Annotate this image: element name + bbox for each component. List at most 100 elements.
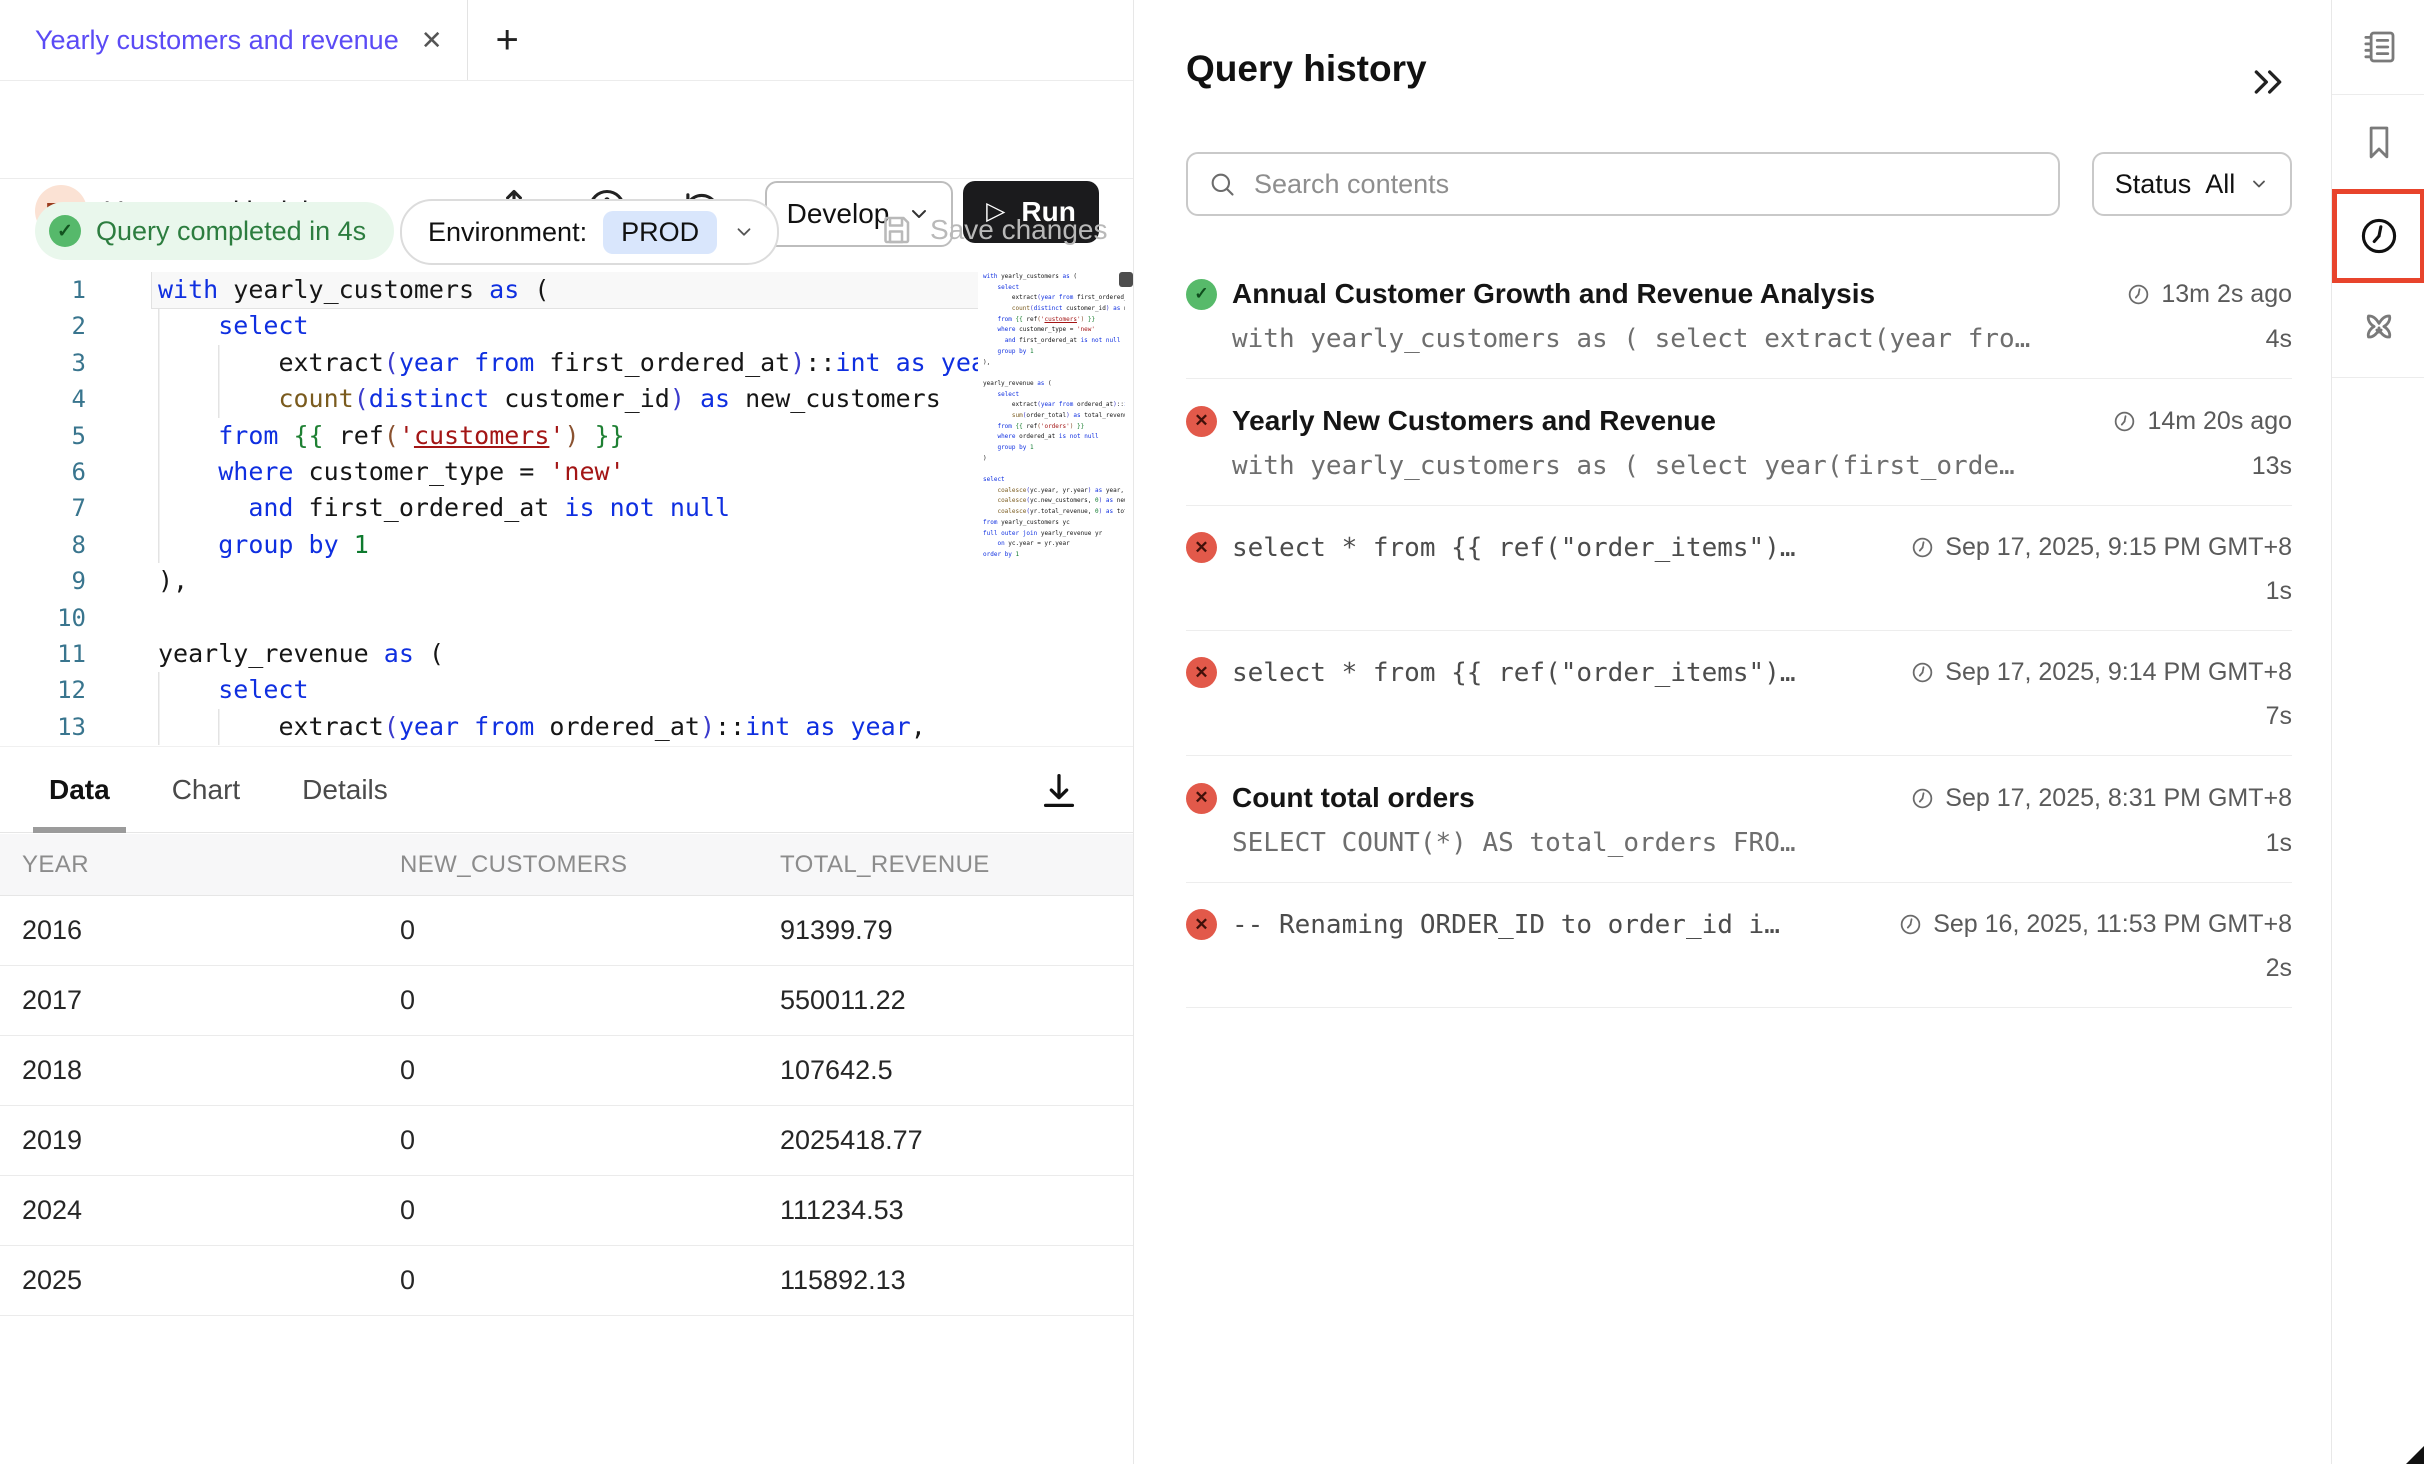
- cell-total-revenue: 91399.79: [780, 915, 1133, 946]
- query-history-clock-icon-active[interactable]: [2332, 189, 2424, 283]
- results-tab-chart[interactable]: Chart: [156, 747, 256, 832]
- rail-divider: [2332, 377, 2424, 378]
- results-tab-data[interactable]: Data: [33, 747, 126, 832]
- entry-title: select * from {{ ref("order_items")…: [1232, 533, 1890, 563]
- error-status-icon: ✕: [1186, 909, 1217, 940]
- develop-label: Develop: [787, 198, 890, 230]
- cell-new-customers: 0: [400, 1195, 780, 1226]
- collapse-panel-icon[interactable]: [2248, 62, 2288, 102]
- entry-title: select * from {{ ref("order_items")…: [1232, 658, 1890, 688]
- cell-total-revenue: 107642.5: [780, 1055, 1133, 1086]
- code-area[interactable]: with yearly_customers as ( select extrac…: [112, 272, 1119, 747]
- line-number-gutter: 12345678910111213: [0, 272, 112, 745]
- query-history-entry[interactable]: ✕ -- Renaming ORDER_ID to order_id i… Se…: [1186, 883, 2292, 1008]
- close-tab-icon[interactable]: ✕: [421, 27, 443, 53]
- results-tab-bar: Data Chart Details: [0, 746, 1133, 833]
- cell-new-customers: 0: [400, 1055, 780, 1086]
- entry-title: -- Renaming ORDER_ID to order_id i…: [1232, 910, 1878, 940]
- entry-time: Sep 17, 2025, 8:31 PM GMT+8: [1945, 784, 2292, 813]
- query-history-entry[interactable]: ✕ select * from {{ ref("order_items")… S…: [1186, 631, 2292, 756]
- entry-duration: 4s: [2266, 325, 2292, 354]
- cell-year: 2018: [22, 1055, 400, 1086]
- entry-duration: 2s: [2266, 954, 2292, 983]
- notebook-icon[interactable]: [2332, 0, 2424, 94]
- entry-time: Sep 17, 2025, 9:15 PM GMT+8: [1945, 533, 2292, 562]
- status-filter-dropdown[interactable]: Status All: [2092, 152, 2292, 216]
- column-header-new-customers: NEW_CUSTOMERS: [400, 851, 780, 879]
- bookmark-icon[interactable]: [2332, 95, 2424, 189]
- query-editor-panel: Yearly customers and revenue ✕ + BL Your…: [0, 0, 1134, 1464]
- clock-icon: [2112, 409, 2137, 434]
- search-input[interactable]: [1252, 168, 1956, 201]
- entry-title: Annual Customer Growth and Revenue Analy…: [1232, 278, 2106, 310]
- cell-new-customers: 0: [400, 985, 780, 1016]
- clock-icon: [1910, 786, 1935, 811]
- chevron-down-icon: [733, 221, 755, 243]
- right-icon-rail: [2331, 0, 2424, 1464]
- entry-time: Sep 16, 2025, 11:53 PM GMT+8: [1933, 910, 2292, 939]
- entry-title: Yearly New Customers and Revenue: [1232, 405, 2092, 437]
- query-history-entry[interactable]: ✕ select * from {{ ref("order_items")… S…: [1186, 506, 2292, 631]
- download-icon[interactable]: [1036, 768, 1082, 814]
- entry-time: Sep 17, 2025, 9:14 PM GMT+8: [1945, 658, 2292, 687]
- query-status-text: Query completed in 4s: [96, 216, 366, 247]
- entry-title: Count total orders: [1232, 782, 1890, 814]
- tab-yearly-customers-and-revenue[interactable]: Yearly customers and revenue ✕: [0, 0, 468, 80]
- cell-year: 2016: [22, 915, 400, 946]
- result-table-body: 2016 0 91399.79 2017 0 550011.22 2018 0 …: [0, 896, 1133, 1316]
- cell-total-revenue: 550011.22: [780, 985, 1133, 1016]
- sql-code-editor[interactable]: 12345678910111213 with yearly_customers …: [0, 270, 1133, 747]
- save-changes-label: Save changes: [930, 214, 1107, 246]
- search-icon: [1208, 170, 1236, 198]
- cell-year: 2024: [22, 1195, 400, 1226]
- error-status-icon: ✕: [1186, 406, 1217, 437]
- results-tab-details[interactable]: Details: [286, 747, 404, 832]
- query-history-list: ✓ Annual Customer Growth and Revenue Ana…: [1186, 252, 2292, 1008]
- cell-total-revenue: 2025418.77: [780, 1125, 1133, 1156]
- clock-icon: [1898, 912, 1923, 937]
- query-status-pill: ✓ Query completed in 4s: [35, 202, 394, 260]
- entry-sql-preview: SELECT COUNT(*) AS total_orders FRO…: [1232, 828, 2246, 858]
- clock-icon: [2126, 282, 2151, 307]
- cell-total-revenue: 111234.53: [780, 1195, 1133, 1226]
- tab-bar: Yearly customers and revenue ✕ +: [0, 0, 1133, 81]
- table-row: 2024 0 111234.53: [0, 1176, 1133, 1246]
- entry-sql-preview: with yearly_customers as ( select extrac…: [1232, 324, 2246, 354]
- search-box[interactable]: [1186, 152, 2060, 216]
- result-table-header: YEAR NEW_CUSTOMERS TOTAL_REVENUE: [0, 834, 1133, 896]
- table-row: 2016 0 91399.79: [0, 896, 1133, 966]
- query-history-entry[interactable]: ✓ Annual Customer Growth and Revenue Ana…: [1186, 252, 2292, 379]
- status-filter-label: Status: [2115, 169, 2192, 200]
- environment-dropdown[interactable]: Environment: PROD: [400, 199, 779, 265]
- table-row: 2017 0 550011.22: [0, 966, 1133, 1036]
- chevron-down-icon: [2249, 174, 2269, 194]
- minimap[interactable]: with yearly_customers as ( select extrac…: [978, 272, 1125, 742]
- column-header-year: YEAR: [22, 851, 400, 879]
- success-status-icon: ✓: [1186, 279, 1217, 310]
- cell-new-customers: 0: [400, 915, 780, 946]
- table-row: 2025 0 115892.13: [0, 1246, 1133, 1316]
- sparkle-explore-icon[interactable]: [2332, 283, 2424, 377]
- scrollbar-thumb[interactable]: [1119, 272, 1133, 287]
- new-tab-button[interactable]: +: [496, 18, 519, 63]
- error-status-icon: ✕: [1186, 532, 1217, 563]
- table-row: 2018 0 107642.5: [0, 1036, 1133, 1106]
- editor-scrollbar[interactable]: [1119, 270, 1133, 747]
- entry-sql-preview: with yearly_customers as ( select year(f…: [1232, 451, 2232, 481]
- entry-time: 13m 2s ago: [2161, 280, 2292, 309]
- document-header: BL Your saved insight Develop ▷ Run: [0, 81, 1133, 179]
- error-status-icon: ✕: [1186, 657, 1217, 688]
- cell-year: 2019: [22, 1125, 400, 1156]
- status-filter-value: All: [2205, 169, 2235, 200]
- cell-year: 2017: [22, 985, 400, 1016]
- column-header-total-revenue: TOTAL_REVENUE: [780, 851, 1133, 879]
- query-history-entry[interactable]: ✕ Count total orders Sep 17, 2025, 8:31 …: [1186, 756, 2292, 883]
- entry-duration: 7s: [2266, 702, 2292, 731]
- error-status-icon: ✕: [1186, 783, 1217, 814]
- entry-duration: 13s: [2252, 452, 2292, 481]
- environment-value-badge: PROD: [603, 211, 717, 254]
- save-changes-button[interactable]: Save changes: [878, 212, 1107, 248]
- entry-duration: 1s: [2266, 829, 2292, 858]
- query-history-entry[interactable]: ✕ Yearly New Customers and Revenue 14m 2…: [1186, 379, 2292, 506]
- cell-new-customers: 0: [400, 1125, 780, 1156]
